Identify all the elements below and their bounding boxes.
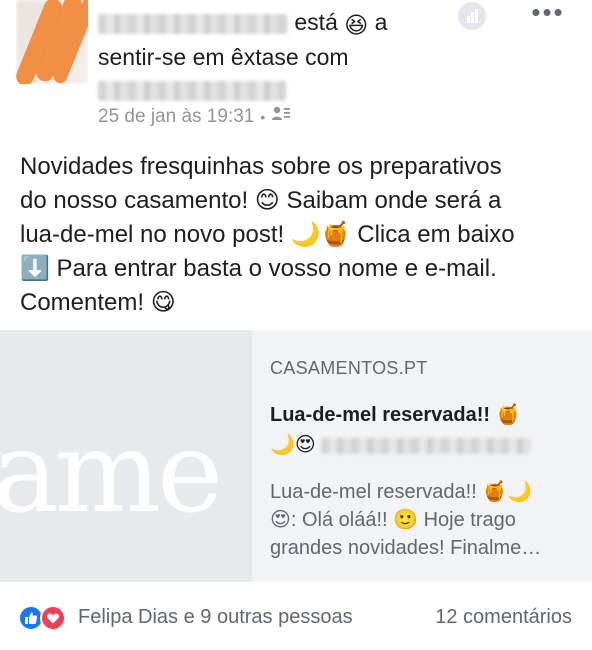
feeling-emoji: 😆 (344, 12, 369, 38)
author-name-redacted[interactable] (98, 13, 288, 34)
status-verb: está (294, 9, 338, 35)
link-description-line: grandes novidades! Finalme… (270, 537, 542, 559)
link-domain: CASAMENTOS.PT (270, 358, 428, 378)
post-message-line: Comentem! 😋 (20, 289, 176, 316)
link-title-redacted (321, 437, 532, 454)
more-options-icon[interactable]: ••• (528, 0, 568, 34)
heart-icon (40, 605, 66, 631)
facebook-post: está 😆 a sentir-se em êxtase com 25 de j… (0, 0, 592, 650)
status-preposition: a (374, 9, 388, 35)
link-preview-image[interactable]: ame (0, 330, 252, 582)
link-title-emojis: 🌙😍 (270, 434, 316, 456)
post-message: Novidades fresquinhas sobre os preparati… (20, 150, 580, 320)
reaction-icons[interactable] (18, 605, 74, 633)
friends-list-icon[interactable] (271, 105, 291, 129)
meta-separator: • (260, 109, 266, 125)
tagged-person-redacted[interactable] (98, 80, 286, 101)
comments-count[interactable]: 12 comentários (435, 606, 572, 629)
author-avatar[interactable] (16, 0, 88, 84)
feeling-text: sentir-se em êxtase com (98, 44, 349, 70)
post-header: está 😆 a sentir-se em êxtase com (98, 6, 428, 105)
post-timestamp[interactable]: 25 de jan às 19:31 (98, 106, 254, 128)
link-preview-card[interactable]: ame CASAMENTOS.PT Lua-de-mel reservada!!… (0, 330, 592, 582)
post-message-line: do nosso casamento! 😊 Saibam onde será a (20, 187, 502, 214)
link-title-text: Lua-de-mel reservada!! 🍯 (270, 404, 521, 426)
link-description-line: 😍: Olá oláá!! 🙂 Hoje trago (270, 509, 516, 531)
post-message-line: Novidades fresquinhas sobre os preparati… (20, 153, 502, 180)
bar-chart-icon[interactable] (458, 2, 486, 30)
link-title[interactable]: Lua-de-mel reservada!! 🍯 🌙😍 (270, 400, 570, 460)
reactions-summary[interactable]: Felipa Dias e 9 outras pessoas (78, 606, 353, 629)
post-message-line: ⬇️ Para entrar basta o vosso nome e e-ma… (20, 255, 497, 282)
post-meta: 25 de jan às 19:31 • (98, 105, 291, 129)
image-watermark-text: ame (0, 408, 223, 538)
link-description-line: Lua-de-mel reservada!! 🍯🌙 (270, 481, 533, 503)
link-description: Lua-de-mel reservada!! 🍯🌙 😍: Olá oláá!! … (270, 478, 575, 562)
post-message-line: lua-de-mel no novo post! 🌙🍯 Clica em bai… (20, 221, 515, 248)
post-footer: Felipa Dias e 9 outras pessoas 12 coment… (0, 600, 592, 636)
